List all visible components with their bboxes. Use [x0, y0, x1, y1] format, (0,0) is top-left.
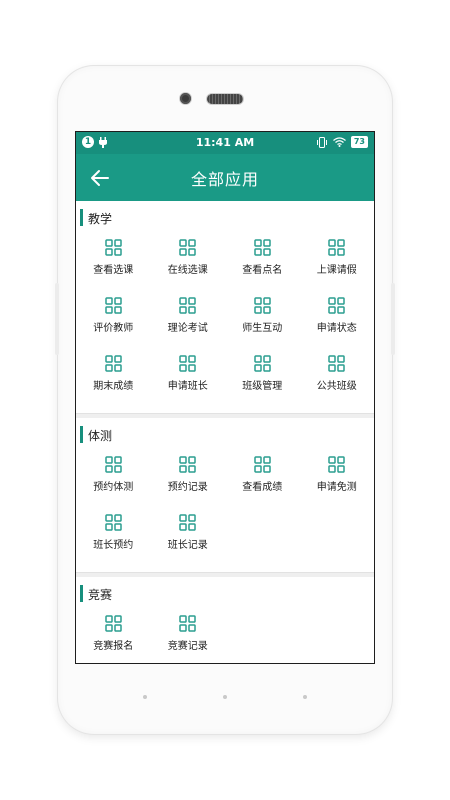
section-header-competition: 竞赛	[76, 577, 374, 615]
app-item-label: 申请状态	[316, 323, 357, 334]
app-item[interactable]: 期末成绩	[76, 355, 151, 413]
app-item[interactable]: 竞赛记录	[151, 615, 226, 663]
app-item[interactable]: 评价教师	[76, 297, 151, 355]
section-grid-fitness-test: 预约体测 预约记录 查看成绩 申请免测 班长预约 班长记录	[76, 456, 374, 572]
section-accent-bar	[80, 426, 83, 443]
page-title: 全部应用	[190, 169, 259, 189]
app-item[interactable]: 公共班级	[300, 355, 375, 413]
app-item-label: 师生互动	[242, 323, 283, 334]
app-item[interactable]: 师生互动	[225, 297, 300, 355]
side-button-right	[391, 283, 395, 355]
side-button-left	[55, 283, 59, 355]
grid-apps-icon	[254, 456, 271, 473]
section-grid-teaching: 查看选课 在线选课 查看点名 上课请假 评价教师 理论考试 师生互动 申请状态 …	[76, 239, 374, 413]
app-item-label: 班长记录	[167, 540, 208, 551]
app-item[interactable]: 班长预约	[76, 514, 151, 572]
grid-apps-icon	[328, 239, 345, 256]
nav-dot-center	[223, 695, 227, 699]
app-item-label: 班长预约	[93, 540, 134, 551]
app-item[interactable]: 申请状态	[300, 297, 375, 355]
app-item[interactable]: 上课请假	[300, 239, 375, 297]
section-header-teaching: 教学	[76, 201, 374, 239]
app-item[interactable]: 班长记录	[151, 514, 226, 572]
grid-apps-icon	[105, 355, 122, 372]
section-grid-competition: 竞赛报名 竞赛记录	[76, 615, 374, 663]
app-item[interactable]: 申请免测	[300, 456, 375, 514]
app-item[interactable]: 竞赛报名	[76, 615, 151, 663]
app-bar: 全部应用	[76, 154, 374, 201]
nav-dot-left	[143, 695, 147, 699]
grid-apps-icon	[179, 355, 196, 372]
app-list: 教学 查看选课 在线选课 查看点名 上课请假 评价教师 理论考试 师生互动 申请…	[76, 201, 374, 663]
app-item-label: 预约记录	[167, 482, 208, 493]
grid-apps-icon	[105, 239, 122, 256]
section-accent-bar	[80, 585, 83, 602]
app-item[interactable]: 在线选课	[151, 239, 226, 297]
app-item[interactable]: 查看成绩	[225, 456, 300, 514]
app-item[interactable]: 申请班长	[151, 355, 226, 413]
grid-apps-icon	[179, 514, 196, 531]
app-item-label: 竞赛报名	[93, 641, 134, 652]
section-accent-bar	[80, 209, 83, 226]
grid-apps-icon	[179, 297, 196, 314]
grid-apps-icon	[105, 615, 122, 632]
grid-apps-icon	[179, 456, 196, 473]
app-item-label: 查看点名	[242, 265, 283, 276]
app-item[interactable]: 班级管理	[225, 355, 300, 413]
section-header-fitness-test: 体测	[76, 418, 374, 456]
app-item-label: 查看选课	[93, 265, 134, 276]
grid-apps-icon	[254, 239, 271, 256]
app-item[interactable]: 理论考试	[151, 297, 226, 355]
section-title: 教学	[88, 212, 113, 226]
app-item[interactable]: 预约记录	[151, 456, 226, 514]
grid-apps-icon	[328, 297, 345, 314]
app-item-label: 预约体测	[93, 482, 134, 493]
front-camera	[180, 93, 191, 104]
grid-apps-icon	[105, 456, 122, 473]
app-item[interactable]: 预约体测	[76, 456, 151, 514]
app-item[interactable]: 查看点名	[225, 239, 300, 297]
app-item-label: 班级管理	[242, 381, 283, 392]
app-item-label: 申请班长	[167, 381, 208, 392]
grid-apps-icon	[254, 297, 271, 314]
app-item-label: 申请免测	[316, 482, 357, 493]
status-right: 73	[316, 136, 368, 148]
grid-apps-icon	[254, 355, 271, 372]
app-item-label: 评价教师	[93, 323, 134, 334]
status-bar: 1 11:41 AM 73	[76, 132, 374, 154]
battery-level: 73	[350, 136, 368, 148]
grid-apps-icon	[328, 355, 345, 372]
grid-apps-icon	[105, 297, 122, 314]
wifi-icon	[332, 137, 346, 147]
grid-apps-icon	[179, 615, 196, 632]
grid-apps-icon	[179, 239, 196, 256]
app-item-label: 竞赛记录	[167, 641, 208, 652]
section-title: 体测	[88, 429, 113, 443]
app-item-label: 理论考试	[167, 323, 208, 334]
grid-apps-icon	[105, 514, 122, 531]
nav-dot-right	[303, 695, 307, 699]
earpiece-speaker	[207, 94, 243, 104]
app-item-label: 公共班级	[316, 381, 357, 392]
vibrate-icon	[316, 136, 327, 148]
app-item[interactable]: 查看选课	[76, 239, 151, 297]
grid-apps-icon	[328, 456, 345, 473]
app-item-label: 期末成绩	[93, 381, 134, 392]
app-item-label: 在线选课	[167, 265, 208, 276]
phone-screen: 1 11:41 AM 73 全部应用 教学 查看选课 在线选课 查看点名 上课请…	[75, 131, 375, 664]
app-item-label: 查看成绩	[242, 482, 283, 493]
section-title: 竞赛	[88, 588, 113, 602]
app-item-label: 上课请假	[316, 265, 357, 276]
